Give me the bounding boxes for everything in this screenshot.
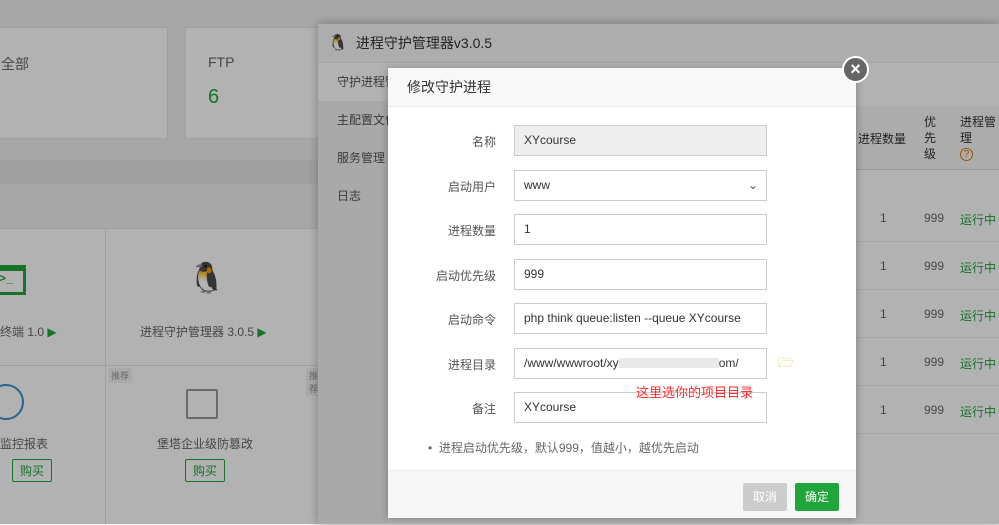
tip-label: 进程启动优先级，默认999，值越小，越优先启动 [438,441,699,455]
field-label: 进程数量 [447,224,496,238]
field-label: 启动用户 [447,179,496,194]
name-field[interactable]: XYcourse [514,125,767,156]
annotation-text: 这里选你的项目目录 [636,385,754,400]
field-label: 启动命令 [447,313,496,327]
cancel-button[interactable]: 取消 [743,483,788,511]
folder-icon[interactable]: 🗁 [778,354,794,376]
priority-field[interactable]: 999 [514,258,767,290]
blurred-region [618,358,719,369]
edit-daemon-dialog: 修改守护进程 名称 XYcourse 启动用户 www ⌄ 进程数量 1 启动优先级 999 启动… [388,68,856,518]
directory-field[interactable]: /www/wwwroot/xy om/ [514,347,767,379]
field-label: 备注 [471,402,496,416]
chevron-down-icon: ⌄ [747,177,758,192]
path-end: om/ [718,355,739,370]
user-select[interactable]: www ⌄ [514,169,767,201]
path-start: /www/wwwroot/xy [524,355,619,370]
dialog-title: 修改守护进程 [388,68,856,107]
count-field[interactable]: 1 [514,214,767,245]
field-label: 启动优先级 [435,268,496,283]
tip-text: • 进程启动优先级，默认999，值越小，越优先启动 [428,441,699,455]
close-icon[interactable]: × [842,56,869,83]
command-field[interactable]: php think queue:listen --queue XYcourse [514,303,767,334]
field-label: 进程目录 [447,357,496,372]
select-value: www [524,177,550,192]
dialog-footer: 取消 确定 [388,470,856,518]
field-label: 名称 [471,135,496,149]
confirm-button[interactable]: 确定 [795,483,840,511]
